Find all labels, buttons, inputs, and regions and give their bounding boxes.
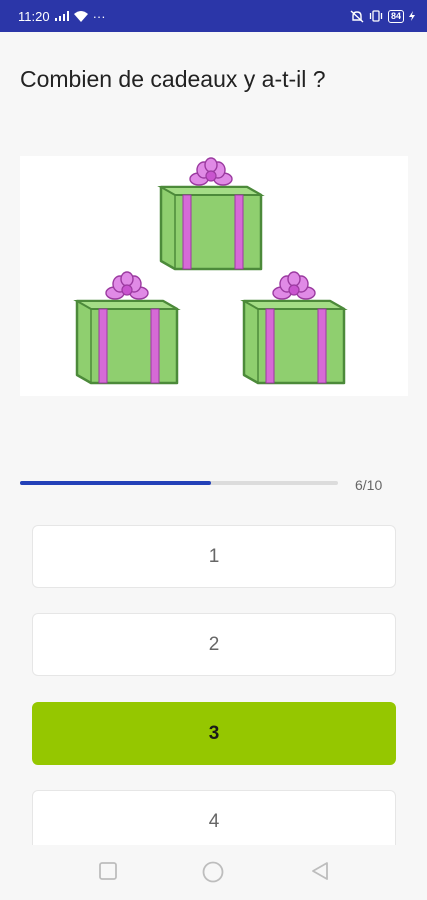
answer-label: 4 bbox=[208, 810, 220, 832]
answer-option-3[interactable]: 3 bbox=[32, 702, 396, 765]
mute-icon bbox=[350, 9, 364, 23]
answer-option-2[interactable]: 2 bbox=[32, 613, 396, 676]
home-icon[interactable] bbox=[202, 861, 224, 888]
question-text: Combien de cadeaux y a-t-il ? bbox=[20, 66, 326, 92]
progress-bar bbox=[20, 481, 338, 485]
battery-icon: 84 bbox=[387, 9, 404, 23]
status-time: 11:20 bbox=[18, 8, 50, 24]
signal-icon bbox=[54, 11, 69, 21]
answer-label: 2 bbox=[208, 633, 220, 655]
status-right: 84 bbox=[350, 9, 415, 23]
vibrate-icon bbox=[369, 10, 383, 22]
gift-box-top bbox=[159, 156, 263, 271]
wifi-icon bbox=[73, 10, 88, 22]
gift-box-left bbox=[75, 270, 179, 385]
question-illustration bbox=[20, 156, 408, 396]
back-icon[interactable] bbox=[310, 861, 330, 886]
recents-icon[interactable] bbox=[98, 861, 118, 886]
answer-option-4[interactable]: 4 bbox=[32, 790, 396, 853]
progress-label: 6/10 bbox=[355, 477, 383, 493]
navigation-bar bbox=[0, 845, 427, 900]
answer-label: 3 bbox=[208, 722, 220, 744]
gift-box-right bbox=[242, 270, 346, 385]
status-left: 11:20 ··· bbox=[18, 9, 106, 24]
progress-fill bbox=[20, 481, 211, 485]
status-bar: 11:20 ··· 84 bbox=[0, 0, 427, 32]
charging-icon bbox=[409, 11, 415, 21]
answer-label: 1 bbox=[208, 545, 220, 567]
answer-option-1[interactable]: 1 bbox=[32, 525, 396, 588]
overflow-dots: ··· bbox=[92, 8, 106, 24]
